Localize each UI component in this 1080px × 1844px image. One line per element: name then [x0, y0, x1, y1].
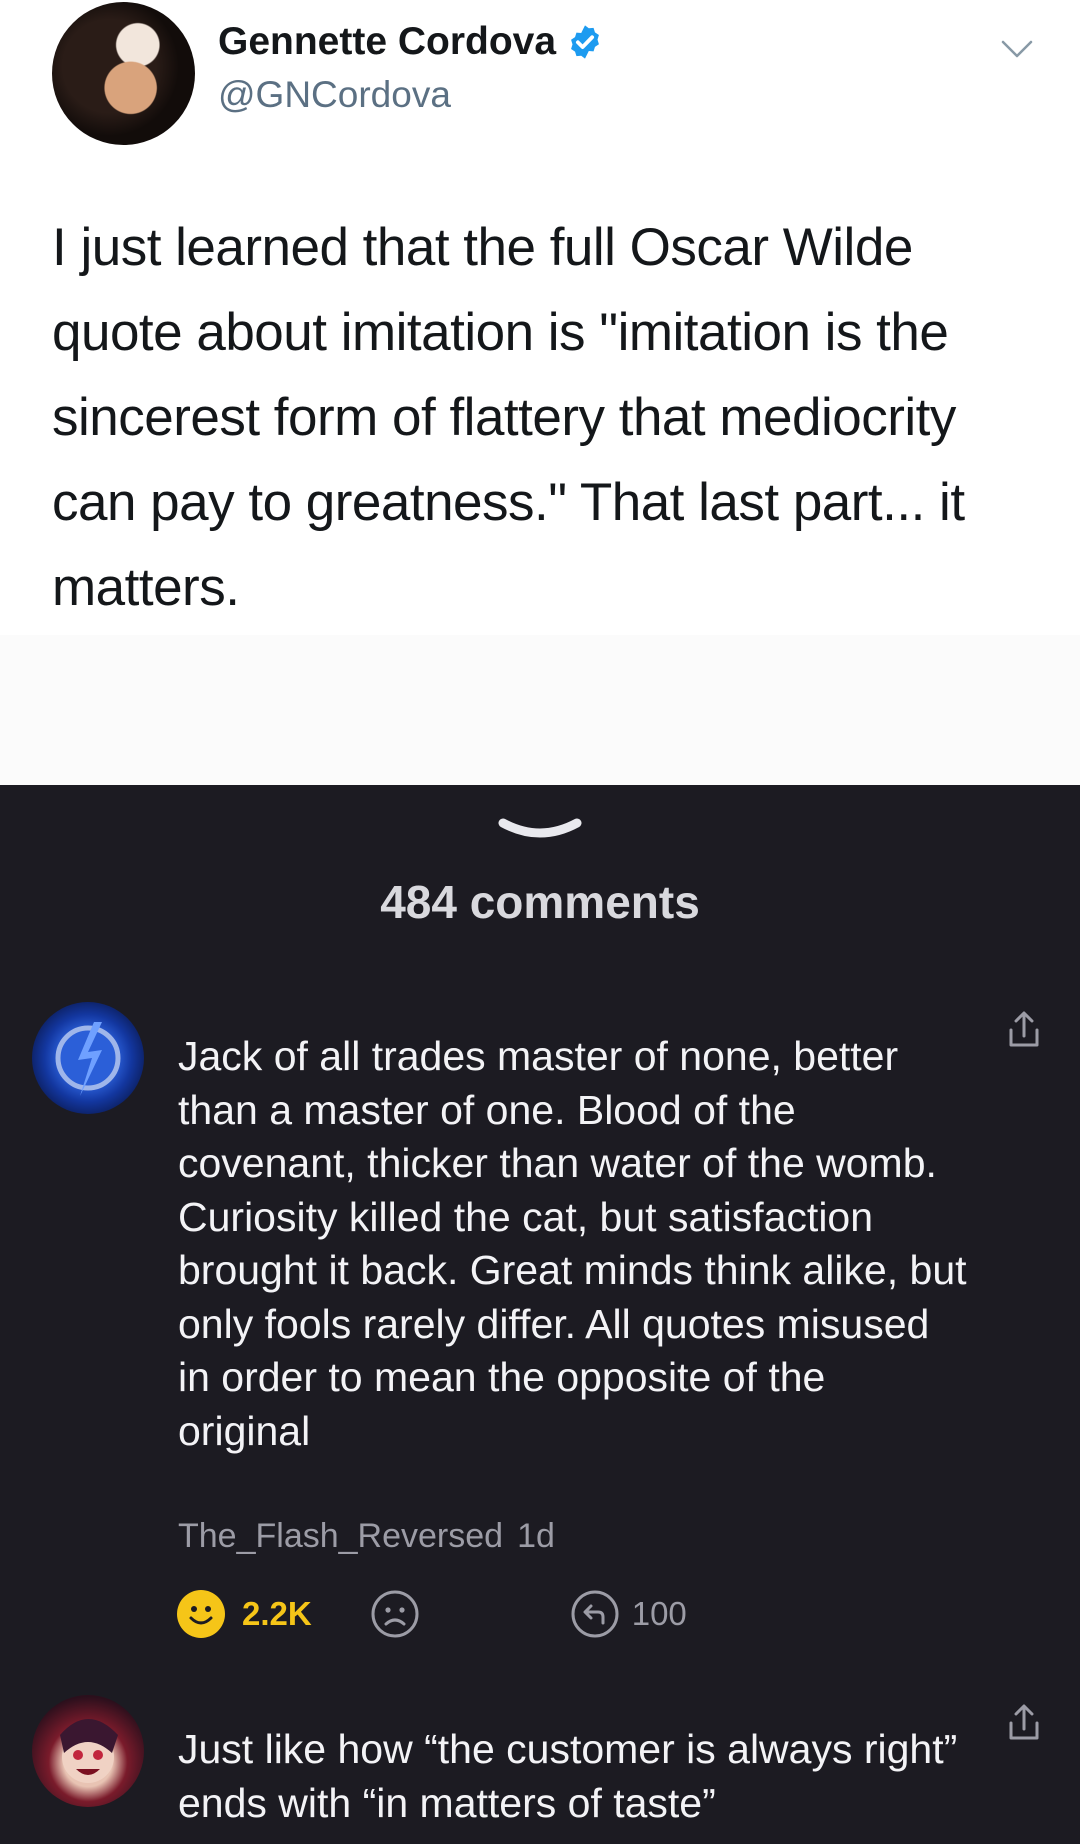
tweet-text: I just learned that the full Oscar Wilde…: [52, 218, 965, 617]
anime-avatar-image: [60, 1719, 118, 1783]
like-count: 2.2K: [242, 1595, 312, 1632]
reply-count[interactable]: 100: [632, 1595, 687, 1633]
share-icon[interactable]: [1006, 1010, 1042, 1050]
share-icon[interactable]: [1006, 1703, 1042, 1743]
avatar[interactable]: [32, 1695, 144, 1807]
comment-count: 484 comments: [380, 876, 700, 928]
comment-text: Jack of all trades master of none, bette…: [178, 1033, 967, 1454]
flash-logo-icon: [55, 1022, 121, 1096]
frown-icon[interactable]: [370, 1589, 420, 1639]
comment-timestamp: 1d: [517, 1517, 555, 1555]
screenshot: Gennette Cordova @GNCordova I just learn…: [0, 0, 1080, 1844]
comment-author[interactable]: The_Flash_Reversed: [178, 1517, 503, 1555]
chevron-down-icon[interactable]: [1000, 38, 1034, 60]
reply-icon[interactable]: [570, 1589, 620, 1639]
tweet-author-name[interactable]: Gennette Cordova: [218, 20, 604, 64]
collapse-chevron-icon[interactable]: [495, 815, 585, 843]
comment-actions: 2.2K 100: [176, 1586, 687, 1642]
tweet-handle[interactable]: @GNCordova: [218, 74, 451, 116]
avatar[interactable]: [52, 2, 195, 145]
author-name-text: Gennette Cordova: [218, 20, 557, 63]
comments-section: 484 comments Jack of all trades master o…: [0, 785, 1080, 1844]
comment-meta: The_Flash_Reversed 1d: [178, 1517, 555, 1556]
comment-text: Just like how “the customer is always ri…: [178, 1726, 958, 1826]
tweet-footer-band: [0, 635, 1080, 785]
smile-icon[interactable]: [176, 1589, 226, 1639]
tweet-card: Gennette Cordova @GNCordova I just learn…: [0, 0, 1080, 785]
verified-badge-icon: [571, 25, 599, 59]
avatar[interactable]: [32, 1002, 144, 1114]
